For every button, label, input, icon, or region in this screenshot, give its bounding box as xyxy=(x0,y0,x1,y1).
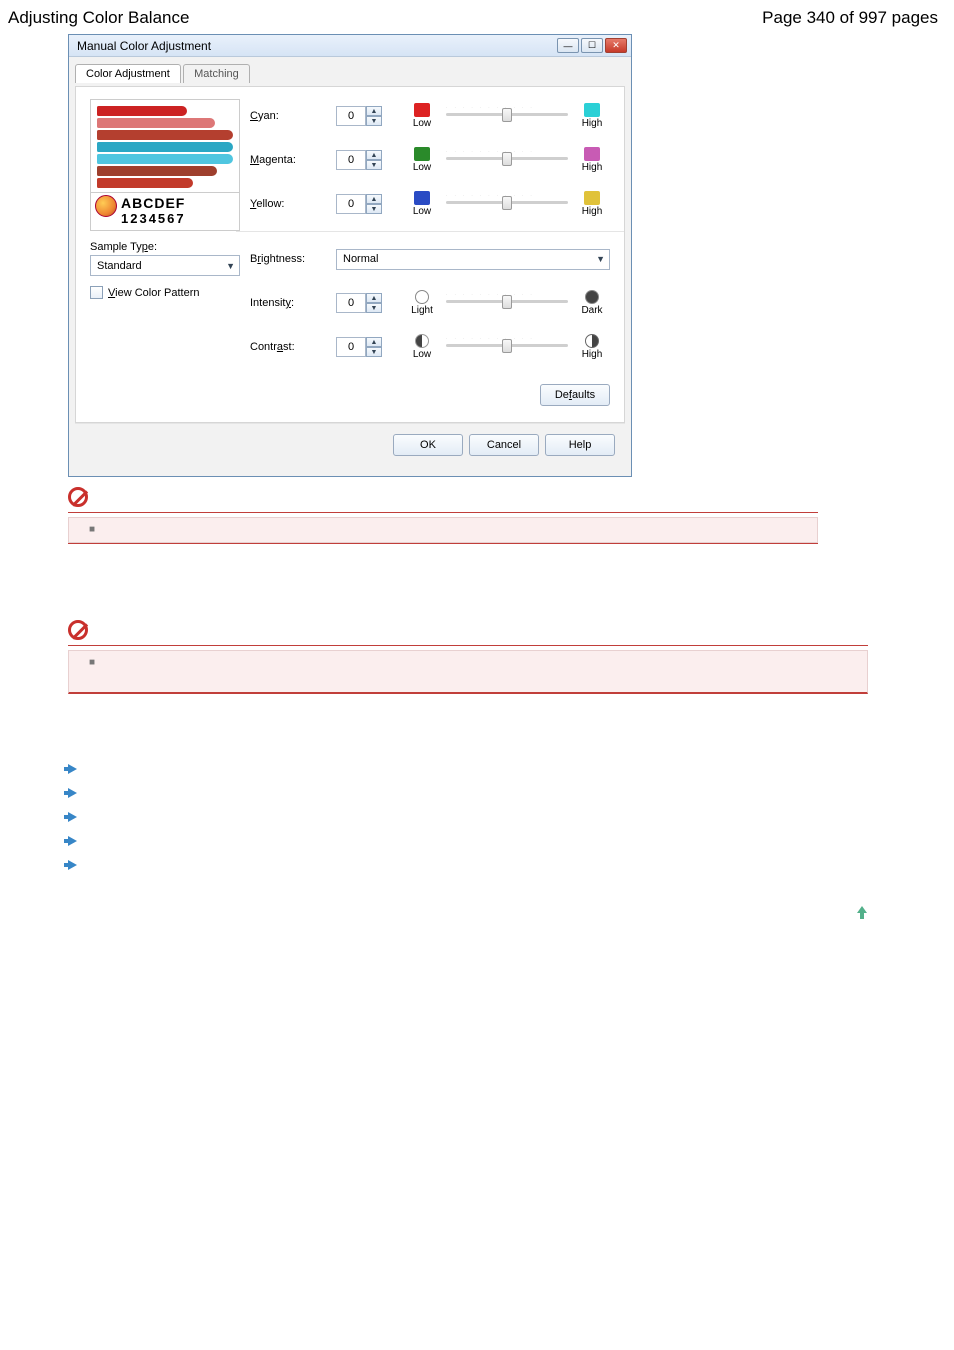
note-bullet: ■ xyxy=(89,524,95,535)
intensity-spin-down[interactable]: ▼ xyxy=(366,303,382,313)
cyan-spin-down[interactable]: ▼ xyxy=(366,116,382,126)
sample-type-value: Standard xyxy=(97,260,142,272)
intensity-spin-up[interactable]: ▲ xyxy=(366,293,382,303)
yellow-spin-up[interactable]: ▲ xyxy=(366,194,382,204)
cyan-slider[interactable] xyxy=(446,113,568,116)
cyan-low-label: Low xyxy=(413,118,431,129)
brightness-value: Normal xyxy=(343,253,378,265)
related-link-3[interactable] xyxy=(68,806,954,828)
preview-line-1: ABCDEF xyxy=(121,195,235,211)
arrow-right-icon xyxy=(68,836,77,846)
arrow-right-icon xyxy=(68,812,77,822)
intensity-low-icon xyxy=(415,290,429,304)
defaults-button[interactable]: Defaults xyxy=(540,384,610,406)
preview-text-box: ABCDEF 1234567 xyxy=(90,193,240,231)
contrast-spin-up[interactable]: ▲ xyxy=(366,337,382,347)
arrow-right-icon xyxy=(68,860,77,870)
cancel-button[interactable]: Cancel xyxy=(469,434,539,456)
related-link-5[interactable] xyxy=(68,854,954,876)
intensity-high-label: Dark xyxy=(581,305,602,316)
yellow-low-label: Low xyxy=(413,206,431,217)
magenta-slider[interactable] xyxy=(446,157,568,160)
magenta-high-swatch xyxy=(584,147,600,161)
related-link-1[interactable] xyxy=(68,758,954,780)
minimize-button[interactable]: — xyxy=(557,38,579,53)
dialog-titlebar: Manual Color Adjustment — ☐ ✕ xyxy=(69,35,631,57)
help-button[interactable]: Help xyxy=(545,434,615,456)
cyan-high-label: High xyxy=(582,118,603,129)
contrast-spin-down[interactable]: ▼ xyxy=(366,347,382,357)
cyan-spin-up[interactable]: ▲ xyxy=(366,106,382,116)
contrast-low-label: Low xyxy=(413,349,431,360)
tab-strip: Color Adjustment Matching xyxy=(75,63,625,82)
intensity-low-label: Light xyxy=(411,305,433,316)
maximize-button[interactable]: ☐ xyxy=(581,38,603,53)
note-bullet: ■ xyxy=(89,657,95,668)
contrast-label: Contrast: xyxy=(250,341,336,353)
magenta-spin-up[interactable]: ▲ xyxy=(366,150,382,160)
intensity-thumb[interactable] xyxy=(502,295,512,309)
preview-globe-icon xyxy=(95,195,117,217)
chevron-down-icon: ▼ xyxy=(226,261,235,271)
magenta-low-label: Low xyxy=(413,162,431,173)
sample-type-label: Sample Type: xyxy=(90,241,250,253)
note-block-2: ■ xyxy=(68,620,954,694)
magenta-high-label: High xyxy=(582,162,603,173)
yellow-high-swatch xyxy=(584,191,600,205)
intensity-label: Intensity: xyxy=(250,297,336,309)
page-indicator: Page 340 of 997 pages xyxy=(762,8,938,28)
yellow-label: Yellow: xyxy=(250,198,336,210)
intensity-slider[interactable] xyxy=(446,300,568,303)
close-button[interactable]: ✕ xyxy=(605,38,627,53)
magenta-input[interactable] xyxy=(336,150,366,170)
yellow-low-swatch xyxy=(414,191,430,205)
tab-color-adjustment[interactable]: Color Adjustment xyxy=(75,64,181,83)
ok-button[interactable]: OK xyxy=(393,434,463,456)
related-link-2[interactable] xyxy=(68,782,954,804)
preview-image xyxy=(90,99,240,193)
view-color-pattern-label: View Color Pattern xyxy=(108,287,200,299)
arrow-right-icon xyxy=(68,764,77,774)
preview-line-2: 1234567 xyxy=(121,211,235,226)
magenta-low-swatch xyxy=(414,147,430,161)
magenta-spin-down[interactable]: ▼ xyxy=(366,160,382,170)
contrast-high-icon xyxy=(585,334,599,348)
page-top-icon[interactable] xyxy=(856,906,868,920)
related-links-list xyxy=(68,758,954,876)
yellow-input[interactable] xyxy=(336,194,366,214)
cyan-label: Cyan: xyxy=(250,110,336,122)
yellow-spin-down[interactable]: ▼ xyxy=(366,204,382,214)
intensity-input[interactable] xyxy=(336,293,366,313)
chevron-down-icon: ▼ xyxy=(596,254,605,264)
contrast-high-label: High xyxy=(582,349,603,360)
sample-type-select[interactable]: Standard ▼ xyxy=(90,255,240,276)
cyan-low-swatch xyxy=(414,103,430,117)
page-title: Adjusting Color Balance xyxy=(8,8,189,28)
related-link-4[interactable] xyxy=(68,830,954,852)
prohibit-icon xyxy=(68,487,88,507)
cyan-thumb[interactable] xyxy=(502,108,512,122)
arrow-right-icon xyxy=(68,788,77,798)
manual-color-adjustment-dialog: Manual Color Adjustment — ☐ ✕ Color Adju… xyxy=(68,34,632,477)
contrast-slider[interactable] xyxy=(446,344,568,347)
cyan-input[interactable] xyxy=(336,106,366,126)
tab-matching[interactable]: Matching xyxy=(183,64,250,83)
intensity-high-icon xyxy=(585,290,599,304)
brightness-select[interactable]: Normal ▼ xyxy=(336,249,610,270)
magenta-label: Magenta: xyxy=(250,154,336,166)
brightness-label: Brightness: xyxy=(250,253,336,265)
magenta-thumb[interactable] xyxy=(502,152,512,166)
view-color-pattern-checkbox[interactable] xyxy=(90,286,103,299)
contrast-low-icon xyxy=(415,334,429,348)
cyan-high-swatch xyxy=(584,103,600,117)
note-block-1: ■ xyxy=(68,487,954,544)
contrast-thumb[interactable] xyxy=(502,339,512,353)
yellow-high-label: High xyxy=(582,206,603,217)
yellow-slider[interactable] xyxy=(446,201,568,204)
prohibit-icon xyxy=(68,620,88,640)
dialog-title: Manual Color Adjustment xyxy=(77,39,211,53)
contrast-input[interactable] xyxy=(336,337,366,357)
yellow-thumb[interactable] xyxy=(502,196,512,210)
